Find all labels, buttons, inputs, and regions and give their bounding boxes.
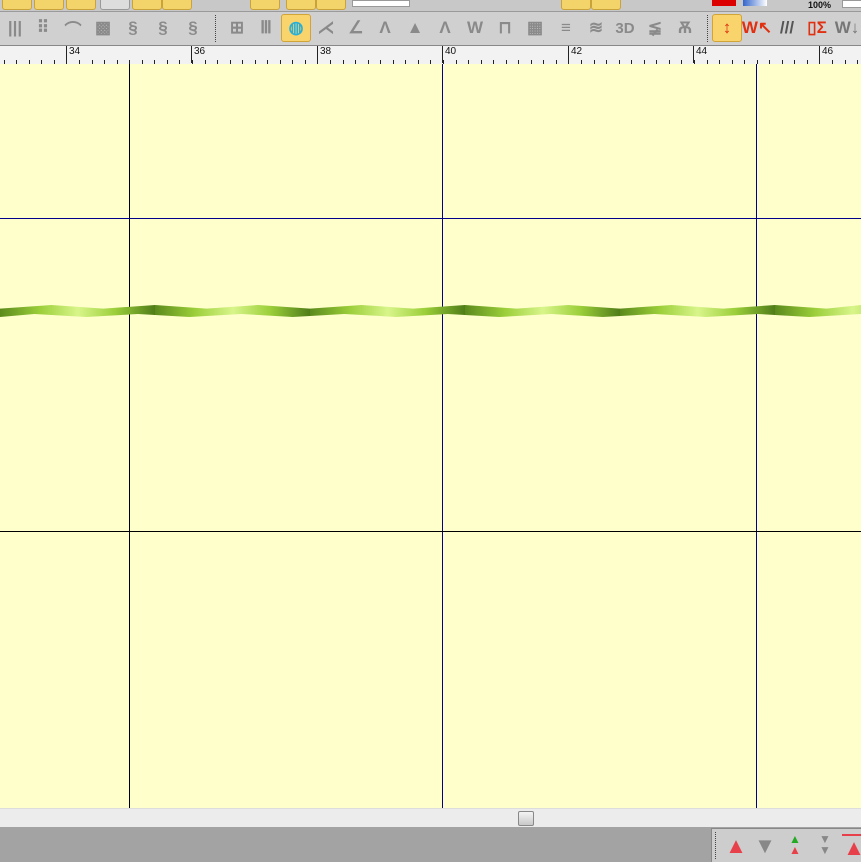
cross-fill-icon[interactable]: ▩ — [88, 14, 118, 42]
move-up-one-icon[interactable]: ▲ ▲ — [783, 833, 807, 858]
tool-button[interactable] — [286, 0, 316, 10]
ruler-label: 40 — [442, 46, 456, 63]
grid-line — [756, 64, 757, 808]
tool-button[interactable] — [591, 0, 621, 10]
grid-line — [0, 218, 861, 219]
zoom-level: 100% — [808, 0, 832, 10]
contour-fill-icon[interactable]: § — [178, 14, 208, 42]
radial-fill-icon[interactable]: ◍ — [281, 14, 311, 42]
ruler-label: 34 — [66, 46, 80, 63]
grid-icon[interactable]: ⊞ — [222, 14, 252, 42]
stitch-spacing-icon[interactable]: /// — [772, 14, 802, 42]
scrollbar-thumb[interactable] — [518, 811, 534, 826]
zoom-input[interactable] — [842, 0, 861, 8]
tool-button[interactable] — [132, 0, 162, 10]
fan-icon[interactable]: ∠ — [341, 14, 371, 42]
grid-line — [442, 64, 443, 808]
tool-button[interactable] — [66, 0, 96, 10]
ruler-label: 38 — [317, 46, 331, 63]
order-toolbar: ▲ ▼ ▲ ▲ ▼ ▼ ▲ — [711, 828, 861, 862]
tool-button[interactable] — [2, 0, 32, 10]
3d-icon[interactable]: 3D — [610, 14, 640, 42]
motif-fill-icon[interactable]: § — [118, 14, 148, 42]
stitch-height-icon[interactable]: ↕ — [712, 14, 742, 42]
grid-line — [0, 531, 861, 532]
ruler-label: 36 — [191, 46, 205, 63]
tool-button[interactable] — [250, 0, 280, 10]
toolbar-grip[interactable] — [215, 15, 218, 42]
ribbon-icon[interactable]: Ѫ — [670, 14, 700, 42]
gradient-swatch[interactable] — [743, 0, 767, 6]
ruler-label: 46 — [819, 46, 833, 63]
lines-icon[interactable]: ≡ — [551, 14, 581, 42]
ruler-label: 42 — [568, 46, 582, 63]
value-input[interactable] — [352, 0, 410, 7]
ruler-label: 44 — [693, 46, 707, 63]
pattern-icon[interactable]: ▦ — [520, 14, 550, 42]
move-to-top-icon[interactable]: ▲ — [842, 834, 861, 860]
toolbar-grip[interactable] — [707, 15, 710, 42]
select-stitch-icon[interactable]: W↖ — [742, 14, 772, 42]
tool-button[interactable] — [561, 0, 591, 10]
tool-button[interactable] — [162, 0, 192, 10]
move-up-icon[interactable]: ▲ — [724, 834, 748, 858]
peak2-icon[interactable]: ▲ — [400, 14, 430, 42]
column-icon[interactable]: Ⅲ — [251, 14, 281, 42]
stitch-toolbar: ||| ⠿ ⌒ ▩ § § § ⊞ Ⅲ ◍ ⋌ ∠ Λ ▲ Λ W ⊓ ▦ ≡ … — [0, 12, 861, 46]
grid-line — [129, 64, 130, 808]
toolbar-grip[interactable] — [715, 832, 718, 859]
star-icon[interactable]: ⋌ — [311, 14, 341, 42]
zigzag-icon[interactable]: W — [460, 14, 490, 42]
stitch-calc-icon[interactable]: ▯Ʃ — [802, 14, 832, 42]
design-canvas[interactable] — [0, 64, 861, 808]
curly-icon[interactable]: ≨ — [640, 14, 670, 42]
move-down-icon[interactable]: ▼ — [753, 834, 777, 858]
color-swatch[interactable] — [712, 0, 736, 6]
stitch-down-icon[interactable]: W↓ — [832, 14, 861, 42]
tool-button[interactable] — [100, 0, 130, 10]
tool-button[interactable] — [316, 0, 346, 10]
arc-fill-icon[interactable]: ⌒ — [58, 14, 88, 42]
peak-icon[interactable]: Λ — [370, 14, 400, 42]
horizontal-scrollbar[interactable] — [0, 808, 861, 827]
tool-button[interactable] — [34, 0, 64, 10]
stipple-fill-icon[interactable]: § — [148, 14, 178, 42]
solid-peak-icon[interactable]: Λ — [430, 14, 460, 42]
move-down-one-icon[interactable]: ▼ ▼ — [813, 833, 837, 858]
satin-fill-icon[interactable]: ||| — [0, 14, 30, 42]
main-toolbar: 100% — [0, 0, 861, 12]
dot-fill-icon[interactable]: ⠿ — [28, 14, 58, 42]
square-wave-icon[interactable]: ⊓ — [490, 14, 520, 42]
horizontal-ruler: 34 36 38 40 42 44 46 — [0, 46, 861, 65]
wave-icon[interactable]: ≋ — [581, 14, 611, 42]
